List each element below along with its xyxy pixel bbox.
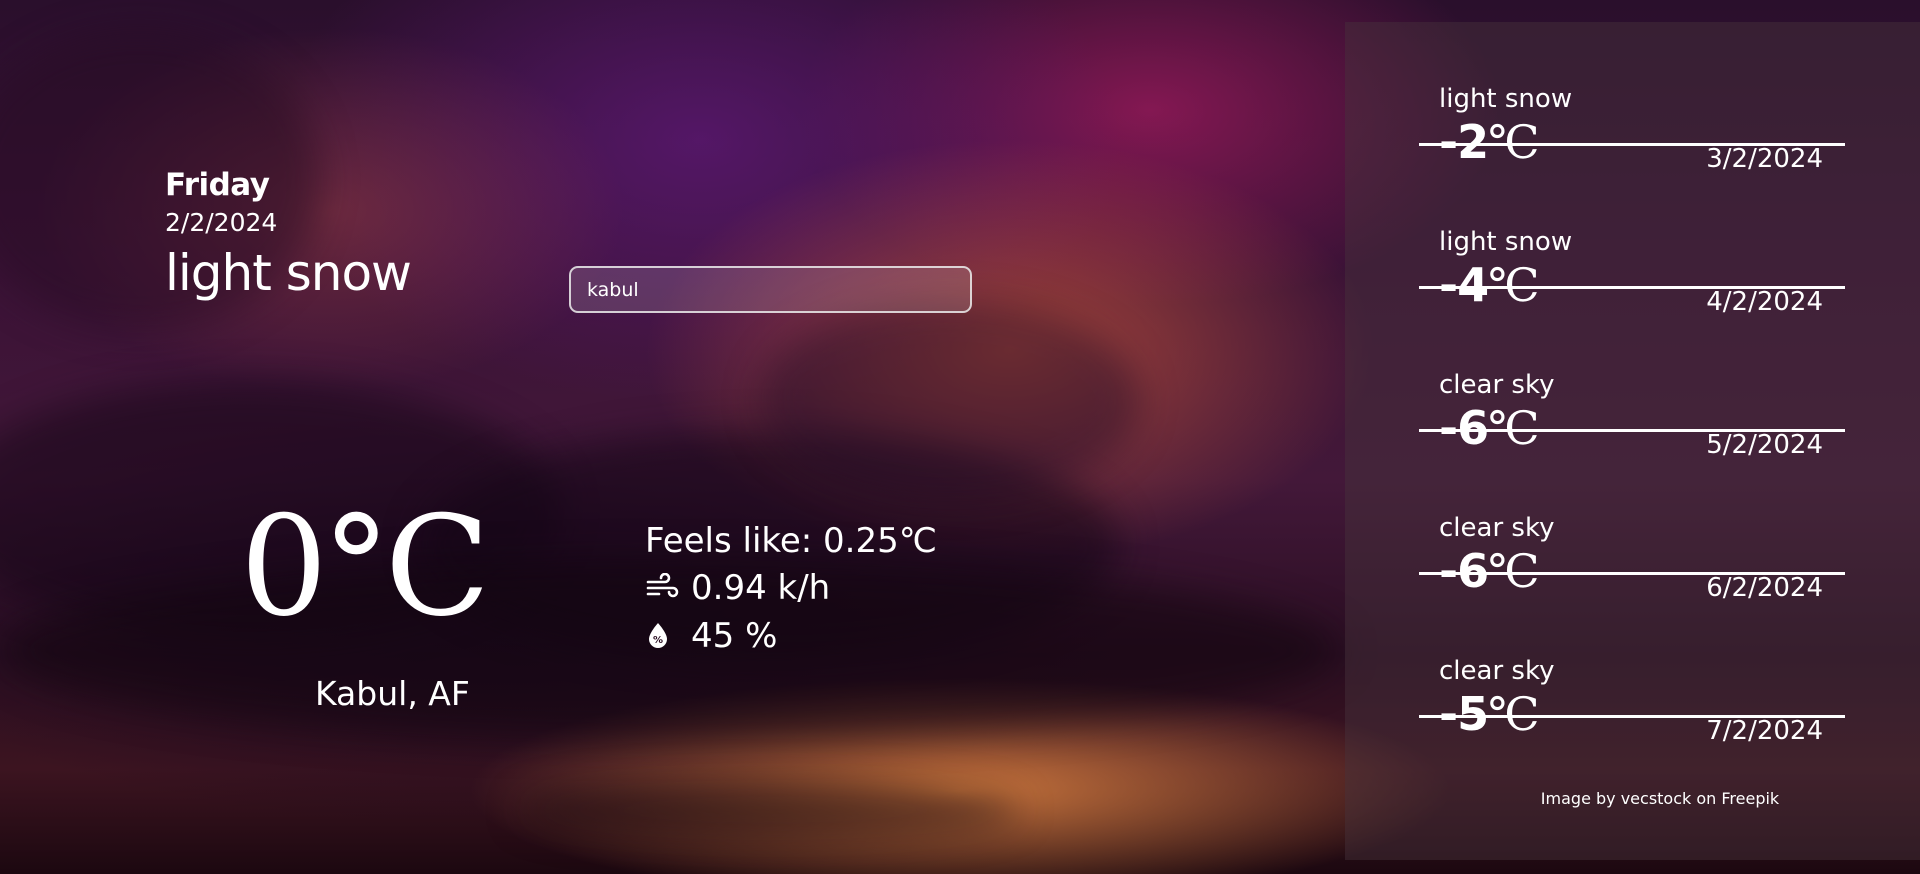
forecast-temp-value: -5 — [1439, 687, 1489, 741]
forecast-description: light snow — [1439, 84, 1573, 114]
humidity-row: % 45 % — [645, 612, 937, 660]
forecast-description: light snow — [1439, 227, 1573, 257]
forecast-temp-value: -2 — [1439, 115, 1489, 169]
background-cloud — [760, 300, 1140, 500]
forecast-temp-value: -6 — [1439, 401, 1489, 455]
forecast-temp-unit: ℃ — [1488, 687, 1540, 741]
wind-icon — [646, 573, 679, 598]
forecast-temperature: -5℃ — [1439, 686, 1540, 742]
weather-details: Feels like: 0.25℃ 0.94 k/h % 45 % — [645, 518, 937, 660]
forecast-description: clear sky — [1439, 513, 1555, 543]
forecast-panel: light snow -2℃ 3/2/2024 light snow -4℃ 4… — [1345, 22, 1920, 860]
forecast-item: clear sky -6℃ 6/2/2024 — [1419, 451, 1845, 603]
day-name: Friday — [165, 167, 270, 203]
background-cloud — [520, 780, 1020, 840]
forecast-temp-unit: ℃ — [1488, 401, 1540, 455]
forecast-date: 7/2/2024 — [1706, 716, 1823, 746]
wind-row: 0.94 k/h — [645, 564, 937, 612]
forecast-item: clear sky -5℃ 7/2/2024 — [1419, 594, 1845, 746]
current-condition: light snow — [165, 244, 412, 302]
current-temperature: 0°C — [240, 486, 490, 647]
image-credit: Image by vecstock on Freepik — [1540, 789, 1780, 808]
feels-like: Feels like: 0.25℃ — [645, 521, 937, 561]
forecast-temp-value: -6 — [1439, 544, 1489, 598]
forecast-temperature: -4℃ — [1439, 257, 1540, 313]
forecast-temperature: -2℃ — [1439, 114, 1540, 170]
forecast-item: light snow -4℃ 4/2/2024 — [1419, 165, 1845, 317]
forecast-item: light snow -2℃ 3/2/2024 — [1419, 22, 1845, 174]
forecast-temperature: -6℃ — [1439, 543, 1540, 599]
city-search-input[interactable] — [569, 266, 972, 313]
humidity-value: 45 % — [691, 616, 778, 656]
forecast-temp-value: -4 — [1439, 258, 1489, 312]
current-location: Kabul, AF — [315, 674, 470, 713]
forecast-temp-unit: ℃ — [1488, 544, 1540, 598]
humidity-drop-icon: % — [649, 623, 667, 648]
weather-page: Friday 2/2/2024 light snow 0°C Kabul, AF… — [0, 0, 1920, 874]
current-date: 2/2/2024 — [165, 208, 278, 237]
wind-speed: 0.94 k/h — [691, 568, 831, 608]
forecast-description: clear sky — [1439, 370, 1555, 400]
forecast-temp-unit: ℃ — [1488, 115, 1540, 169]
forecast-description: clear sky — [1439, 656, 1555, 686]
svg-text:%: % — [653, 635, 663, 646]
forecast-temp-unit: ℃ — [1488, 258, 1540, 312]
forecast-item: clear sky -6℃ 5/2/2024 — [1419, 308, 1845, 460]
forecast-temperature: -6℃ — [1439, 400, 1540, 456]
current-summary: Friday 2/2/2024 light snow — [165, 165, 412, 303]
